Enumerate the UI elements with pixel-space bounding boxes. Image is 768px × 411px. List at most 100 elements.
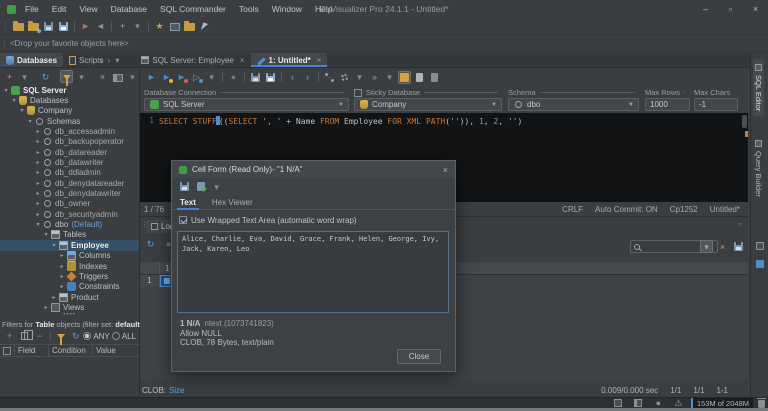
collapse-all-icon[interactable]: ×: [96, 70, 109, 83]
dialog-close-icon[interactable]: ×: [443, 165, 448, 175]
close-tab-icon[interactable]: ×: [317, 56, 322, 65]
disconnect-icon[interactable]: ◄: [94, 20, 107, 33]
any-radio[interactable]: [83, 332, 92, 340]
edit-filter-icon[interactable]: [54, 330, 67, 345]
search-close-icon[interactable]: ×: [716, 240, 729, 253]
minimize-button[interactable]: –: [693, 0, 718, 18]
database-dropdown[interactable]: Company ▼: [354, 98, 502, 111]
dialog-tab-text[interactable]: Text: [177, 195, 199, 210]
tree-node-db-denydatareader[interactable]: ▸ db_denydatareader: [0, 178, 139, 188]
sticky-database-checkbox[interactable]: [354, 88, 362, 97]
strip-grid-icon[interactable]: [753, 239, 766, 252]
eol-indicator[interactable]: CRLF: [562, 205, 583, 214]
settings-icon[interactable]: [338, 71, 351, 84]
open-file-icon[interactable]: [12, 20, 25, 33]
execute-buffer-icon[interactable]: ►: [175, 71, 188, 84]
encoding-indicator[interactable]: Cp1252: [670, 205, 698, 214]
dropdown-icon[interactable]: ▾: [75, 70, 88, 83]
tab-1-untitled[interactable]: 1: Untitled* ×: [250, 53, 328, 67]
chevron-expanded-icon[interactable]: ▾: [42, 231, 50, 238]
search-save-icon[interactable]: [732, 240, 745, 253]
strip-link-icon[interactable]: [753, 257, 766, 270]
chevron-expanded-icon[interactable]: ▾: [34, 221, 42, 228]
export-cell-icon[interactable]: [194, 180, 207, 193]
create-object-icon[interactable]: +: [116, 20, 129, 33]
vertical-tab-query-builder[interactable]: Query Builder: [753, 135, 764, 202]
dialog-close-button[interactable]: Close: [397, 349, 441, 364]
chevron-collapsed-icon[interactable]: ▸: [34, 190, 42, 197]
stop-icon[interactable]: ●: [227, 71, 240, 84]
max-chars-input[interactable]: -1: [694, 98, 738, 111]
grid-column-header[interactable]: 1: [160, 264, 169, 273]
bookmarks-folder-icon[interactable]: [183, 20, 196, 33]
menu-edit[interactable]: Edit: [52, 4, 67, 14]
tree-node-db-denydatawriter[interactable]: ▸ db_denydatawriter: [0, 188, 139, 198]
tree-node-tables[interactable]: ▾ Tables: [0, 230, 139, 240]
chevron-collapsed-icon[interactable]: ▸: [34, 169, 42, 176]
all-radio[interactable]: [111, 332, 120, 340]
tree-node-db-owner[interactable]: ▸ db_owner: [0, 199, 139, 209]
dropdown-icon[interactable]: ▾: [383, 71, 396, 84]
chevron-collapsed-icon[interactable]: ▸: [50, 294, 58, 301]
add-filter-row-icon[interactable]: +: [3, 330, 16, 343]
tree-node-triggers[interactable]: ▸ Triggers: [0, 271, 139, 282]
autocommit-indicator[interactable]: Auto Commit: ON: [595, 205, 658, 214]
execute-current-icon[interactable]: ►: [160, 71, 173, 84]
save-icon[interactable]: [249, 71, 262, 84]
copy-buffer-icon[interactable]: [428, 71, 441, 84]
vertical-tab-sql-editor[interactable]: SQL Editor: [753, 59, 764, 117]
toolbar-drag-handle[interactable]: ⋮: [2, 22, 9, 30]
tree-node-schemas[interactable]: ▾ Schemas: [0, 116, 139, 126]
maximize-button[interactable]: ▫: [718, 0, 743, 18]
copy-filter-icon[interactable]: [18, 330, 33, 343]
tree-node-indexes[interactable]: ▸ Indexes: [0, 261, 139, 271]
forward-icon[interactable]: ›: [301, 71, 314, 84]
menu-tools[interactable]: Tools: [239, 4, 259, 14]
wizard-icon[interactable]: ★: [153, 20, 166, 33]
menu-view[interactable]: View: [79, 4, 97, 14]
chevron-collapsed-icon[interactable]: ▸: [34, 159, 42, 166]
chevron-collapsed-icon[interactable]: ▸: [34, 180, 42, 187]
tree-node-db-backupoperator[interactable]: ▸ db_backupoperator: [0, 137, 139, 147]
tree-node-company[interactable]: ▾ Company: [0, 106, 139, 116]
tree-node-employee[interactable]: ▾ Employee: [0, 240, 139, 251]
jump-icon[interactable]: »: [368, 71, 381, 84]
close-button[interactable]: ×: [743, 0, 768, 18]
sql-builder-icon[interactable]: [323, 71, 336, 84]
chevron-collapsed-icon[interactable]: ▸: [42, 304, 50, 311]
tree-node-sql-server[interactable]: ▾ SQL Server: [0, 85, 139, 95]
tree-node-constraints[interactable]: ▸ Constraints: [0, 282, 139, 292]
tree-node-db-datawriter[interactable]: ▸ db_datawriter: [0, 157, 139, 167]
dialog-tab-hex-viewer[interactable]: Hex Viewer: [212, 195, 253, 209]
save-icon[interactable]: [42, 20, 55, 33]
chevron-collapsed-icon[interactable]: ▸: [34, 200, 42, 207]
search-options-button[interactable]: ▾: [700, 240, 713, 253]
back-icon[interactable]: ‹: [286, 71, 299, 84]
chevron-expanded-icon[interactable]: ▾: [2, 87, 10, 94]
dropdown-icon[interactable]: ▾: [353, 71, 366, 84]
cell-text-area[interactable]: Alice, Charlie, Eva, David, Grace, Frank…: [177, 231, 449, 313]
save-cell-icon[interactable]: [178, 180, 191, 193]
menu-database[interactable]: Database: [111, 4, 147, 14]
chevron-collapsed-icon[interactable]: ▸: [58, 252, 66, 259]
dropdown-icon[interactable]: ▾: [210, 180, 223, 193]
close-tab-icon[interactable]: ×: [240, 56, 245, 65]
pointer-icon[interactable]: [198, 20, 211, 33]
tree-node-databases[interactable]: ▾ Databases: [0, 95, 139, 106]
driver-manager-icon[interactable]: [168, 20, 181, 33]
chevron-collapsed-icon[interactable]: ▸: [34, 138, 42, 145]
chevron-collapsed-icon[interactable]: ▸: [34, 149, 42, 156]
editor-scrollbar-thumb[interactable]: [742, 115, 747, 128]
column-header-value[interactable]: Value: [93, 345, 139, 356]
tree-node-views[interactable]: ▸ Views: [0, 302, 139, 312]
chevron-collapsed-icon[interactable]: ▸: [58, 283, 66, 290]
tree-node-columns[interactable]: ▸ Columns: [0, 251, 139, 261]
dropdown-icon[interactable]: ▾: [126, 70, 139, 83]
tab-next-icon[interactable]: ›: [108, 56, 111, 65]
filter-icon[interactable]: [60, 70, 73, 86]
select-all-checkbox[interactable]: [3, 346, 11, 355]
tab-prev-icon[interactable]: ‹: [100, 56, 103, 65]
wrap-text-checkbox[interactable]: [179, 216, 187, 224]
refresh-icon[interactable]: ↻: [39, 70, 52, 83]
tree-node-db-accessadmin[interactable]: ▸ db_accessadmin: [0, 126, 139, 136]
